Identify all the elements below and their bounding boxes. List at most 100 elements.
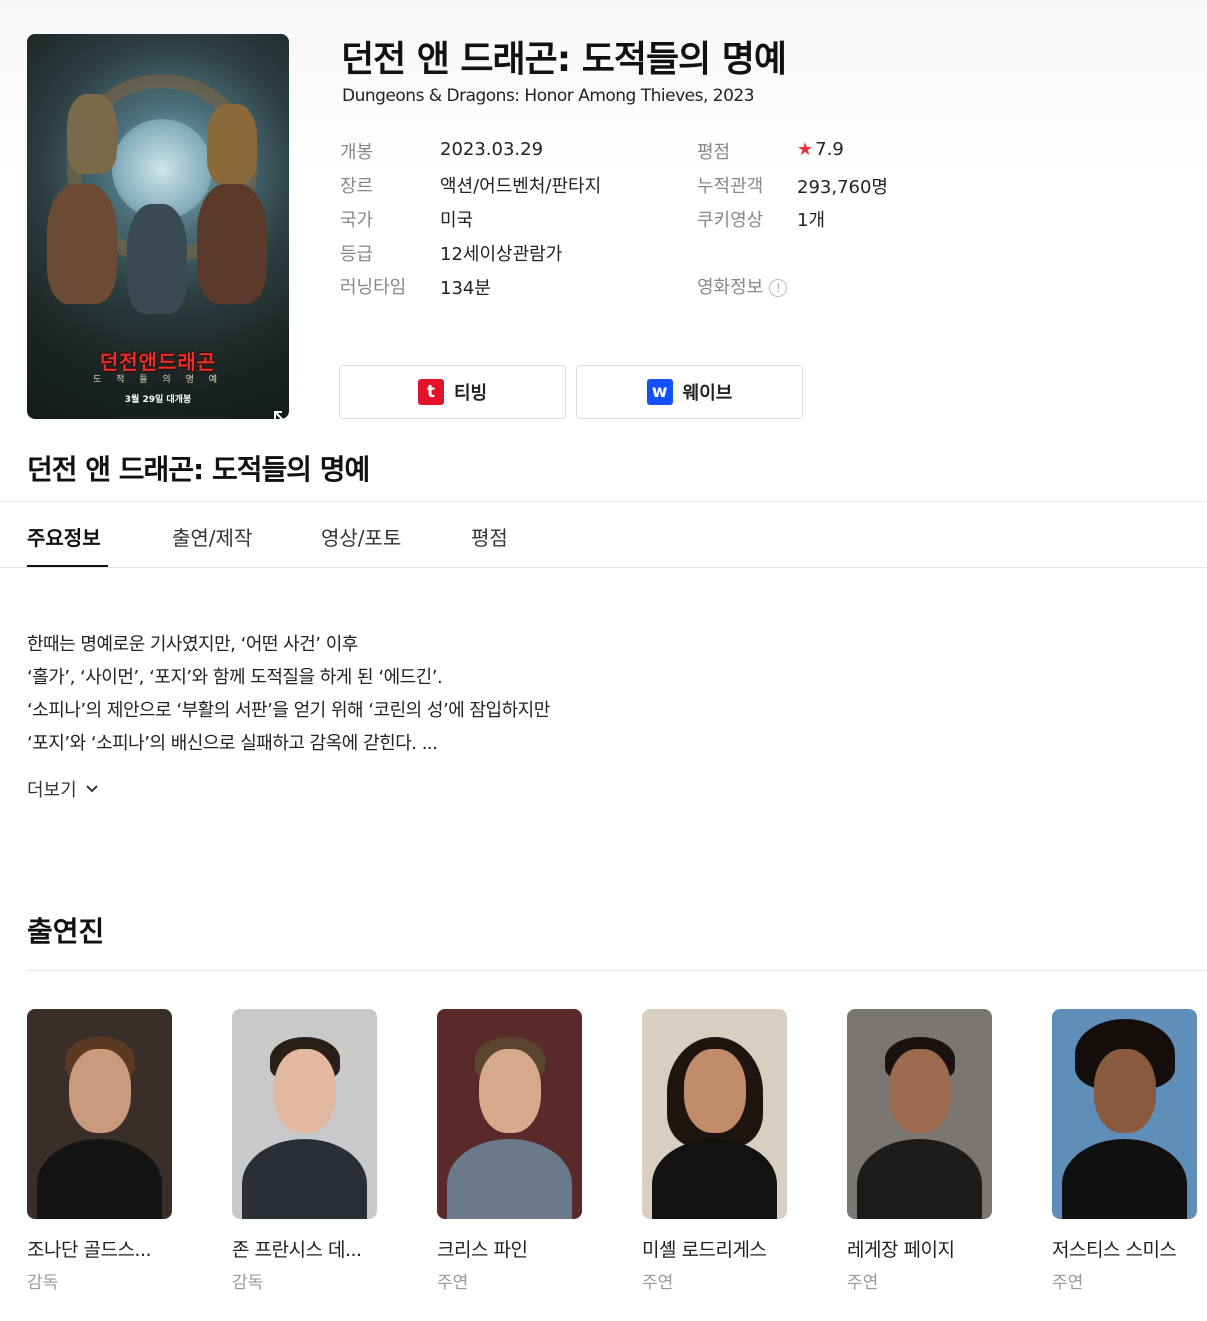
cast-role: 감독	[232, 1273, 264, 1293]
cast-name[interactable]: 크리스 파인	[437, 1235, 582, 1262]
cast-section-title: 출연진	[27, 915, 105, 948]
tab-video-photo[interactable]: 영상/포토	[321, 522, 401, 551]
face	[1094, 1049, 1156, 1133]
info-value-cookie: 1개	[797, 206, 825, 232]
poster-figure	[207, 104, 257, 184]
tab-reviews[interactable]: 평점	[471, 522, 508, 551]
clothing	[447, 1139, 572, 1219]
synopsis: 한때는 명예로운 기사였지만, ‘어떤 사건’ 이후 ‘홀가’, ‘사이먼’, …	[27, 628, 550, 760]
info-label: 등급	[340, 244, 374, 265]
divider	[27, 970, 1207, 971]
info-row-cookie: 쿠키영상	[697, 206, 763, 232]
info-label: 장르	[340, 176, 374, 197]
tab-cast-crew[interactable]: 출연/제작	[172, 522, 252, 551]
synopsis-line: ‘홀가’, ‘사이먼’, ‘포지’와 함께 도적질을 하게 된 ‘에드긴’.	[27, 667, 443, 688]
info-row-runtime: 러닝타임	[340, 273, 406, 299]
info-value-score: ★ 7.9	[797, 139, 844, 160]
cast-photo[interactable]	[847, 1009, 992, 1219]
face	[69, 1049, 131, 1133]
info-icon[interactable]: !	[769, 279, 788, 297]
face	[479, 1049, 541, 1133]
movie-title: 던전 앤 드래곤: 도적들의 명예	[341, 39, 787, 80]
info-value: 미국	[440, 210, 474, 231]
info-value: 2023.03.29	[440, 139, 544, 160]
synopsis-line: ‘소피나’의 제안으로 ‘부활의 서판’을 얻기 위해 ‘코린의 성’에 잠입하…	[27, 700, 550, 721]
info-value: 1개	[797, 210, 826, 231]
cast-card[interactable]: 존 프란시스 데... 감독	[232, 1009, 377, 1293]
more-button[interactable]: 더보기	[27, 776, 99, 802]
poster-figure	[47, 184, 117, 304]
cast-name[interactable]: 레게장 페이지	[847, 1235, 992, 1262]
synopsis-line: 한때는 명예로운 기사였지만, ‘어떤 사건’ 이후	[27, 634, 358, 655]
poster-title: 던전앤드래곤	[99, 350, 217, 374]
clothing	[1062, 1139, 1187, 1219]
cast-photo[interactable]	[437, 1009, 582, 1219]
info-value: 7.9	[815, 139, 844, 160]
cast-photo[interactable]	[1052, 1009, 1197, 1219]
info-value: 액션/어드벤처/판타지	[440, 176, 602, 197]
wavve-logo-icon: w	[646, 379, 673, 405]
face	[889, 1049, 951, 1133]
info-row-rating-grade: 등급	[340, 240, 373, 266]
ott-button-tving[interactable]: t 티빙	[339, 365, 566, 419]
cast-card[interactable]: 조나단 골드스... 감독	[27, 1009, 172, 1293]
cast-role: 주연	[642, 1273, 674, 1293]
ott-button-wavve[interactable]: w 웨이브	[576, 365, 803, 419]
info-value: 12세이상관람가	[440, 244, 563, 265]
cast-name[interactable]: 미셸 로드리게스	[642, 1235, 787, 1262]
more-label: 더보기	[27, 780, 77, 801]
info-row-movie-info[interactable]: 영화정보!	[697, 273, 788, 299]
cast-card[interactable]: 미셸 로드리게스 주연	[642, 1009, 787, 1293]
info-row-genre: 장르	[340, 172, 373, 198]
info-value-release: 2023.03.29	[440, 139, 543, 160]
cast-photo[interactable]	[27, 1009, 172, 1219]
synopsis-line: ‘포지’와 ‘소피나’의 배신으로 실패하고 감옥에 갇힌다. ...	[27, 733, 438, 754]
expand-icon[interactable]	[272, 409, 289, 419]
clothing	[652, 1139, 777, 1219]
poster-figure	[197, 184, 267, 304]
info-row-country: 국가	[340, 206, 373, 232]
page-title: 던전 앤 드래곤: 도적들의 명예	[27, 453, 370, 486]
cast-role: 감독	[27, 1273, 59, 1293]
info-value-rating-grade: 12세이상관람가	[440, 240, 562, 266]
poster-figure	[67, 94, 117, 174]
cast-photo[interactable]	[232, 1009, 377, 1219]
info-value-audience: 293,760명	[797, 173, 888, 199]
movie-poster[interactable]: 던전앤드래곤 도 적 들 의 명 예 3월 29일 대개봉	[27, 34, 289, 419]
tab-main-info[interactable]: 주요정보	[27, 522, 101, 551]
info-label: 쿠키영상	[697, 210, 764, 231]
cast-role: 주연	[437, 1273, 469, 1293]
tab-bar: 주요정보 출연/제작 영상/포토 평점	[0, 502, 1207, 568]
info-label: 영화정보	[697, 277, 764, 298]
clothing	[857, 1139, 982, 1219]
cast-name[interactable]: 존 프란시스 데...	[232, 1235, 377, 1262]
tving-logo-icon: t	[417, 379, 444, 405]
face	[684, 1049, 746, 1133]
info-label: 국가	[340, 210, 374, 231]
cast-role: 주연	[1052, 1273, 1084, 1293]
ott-label: 웨이브	[682, 383, 733, 404]
cast-name[interactable]: 조나단 골드스...	[27, 1235, 172, 1262]
cast-name[interactable]: 저스티스 스미스	[1052, 1235, 1197, 1262]
cast-card[interactable]: 크리스 파인 주연	[437, 1009, 582, 1293]
chevron-down-icon	[85, 785, 98, 793]
info-value: 134분	[440, 278, 491, 299]
clothing	[242, 1139, 367, 1219]
cast-photo[interactable]	[642, 1009, 787, 1219]
poster-subtitle: 도 적 들 의 명 예	[93, 375, 223, 385]
info-row-score: 평점	[697, 138, 730, 164]
poster-release-date: 3월 29일 대개봉	[124, 395, 192, 405]
info-label: 평점	[697, 142, 731, 163]
info-label: 누적관객	[697, 176, 764, 197]
active-tab-indicator	[27, 565, 108, 567]
movie-original-title: Dungeons & Dragons: Honor Among Thieves,…	[342, 86, 755, 106]
poster-figure	[127, 204, 187, 314]
info-value-runtime: 134분	[440, 274, 491, 300]
info-row-release: 개봉	[340, 138, 373, 164]
cast-card[interactable]: 저스티스 스미스 주연	[1052, 1009, 1197, 1293]
info-value: 293,760명	[797, 177, 888, 198]
cast-role: 주연	[847, 1273, 879, 1293]
cast-card[interactable]: 레게장 페이지 주연	[847, 1009, 992, 1293]
info-label: 러닝타임	[340, 277, 407, 298]
info-value-genre: 액션/어드벤처/판타지	[440, 172, 601, 198]
